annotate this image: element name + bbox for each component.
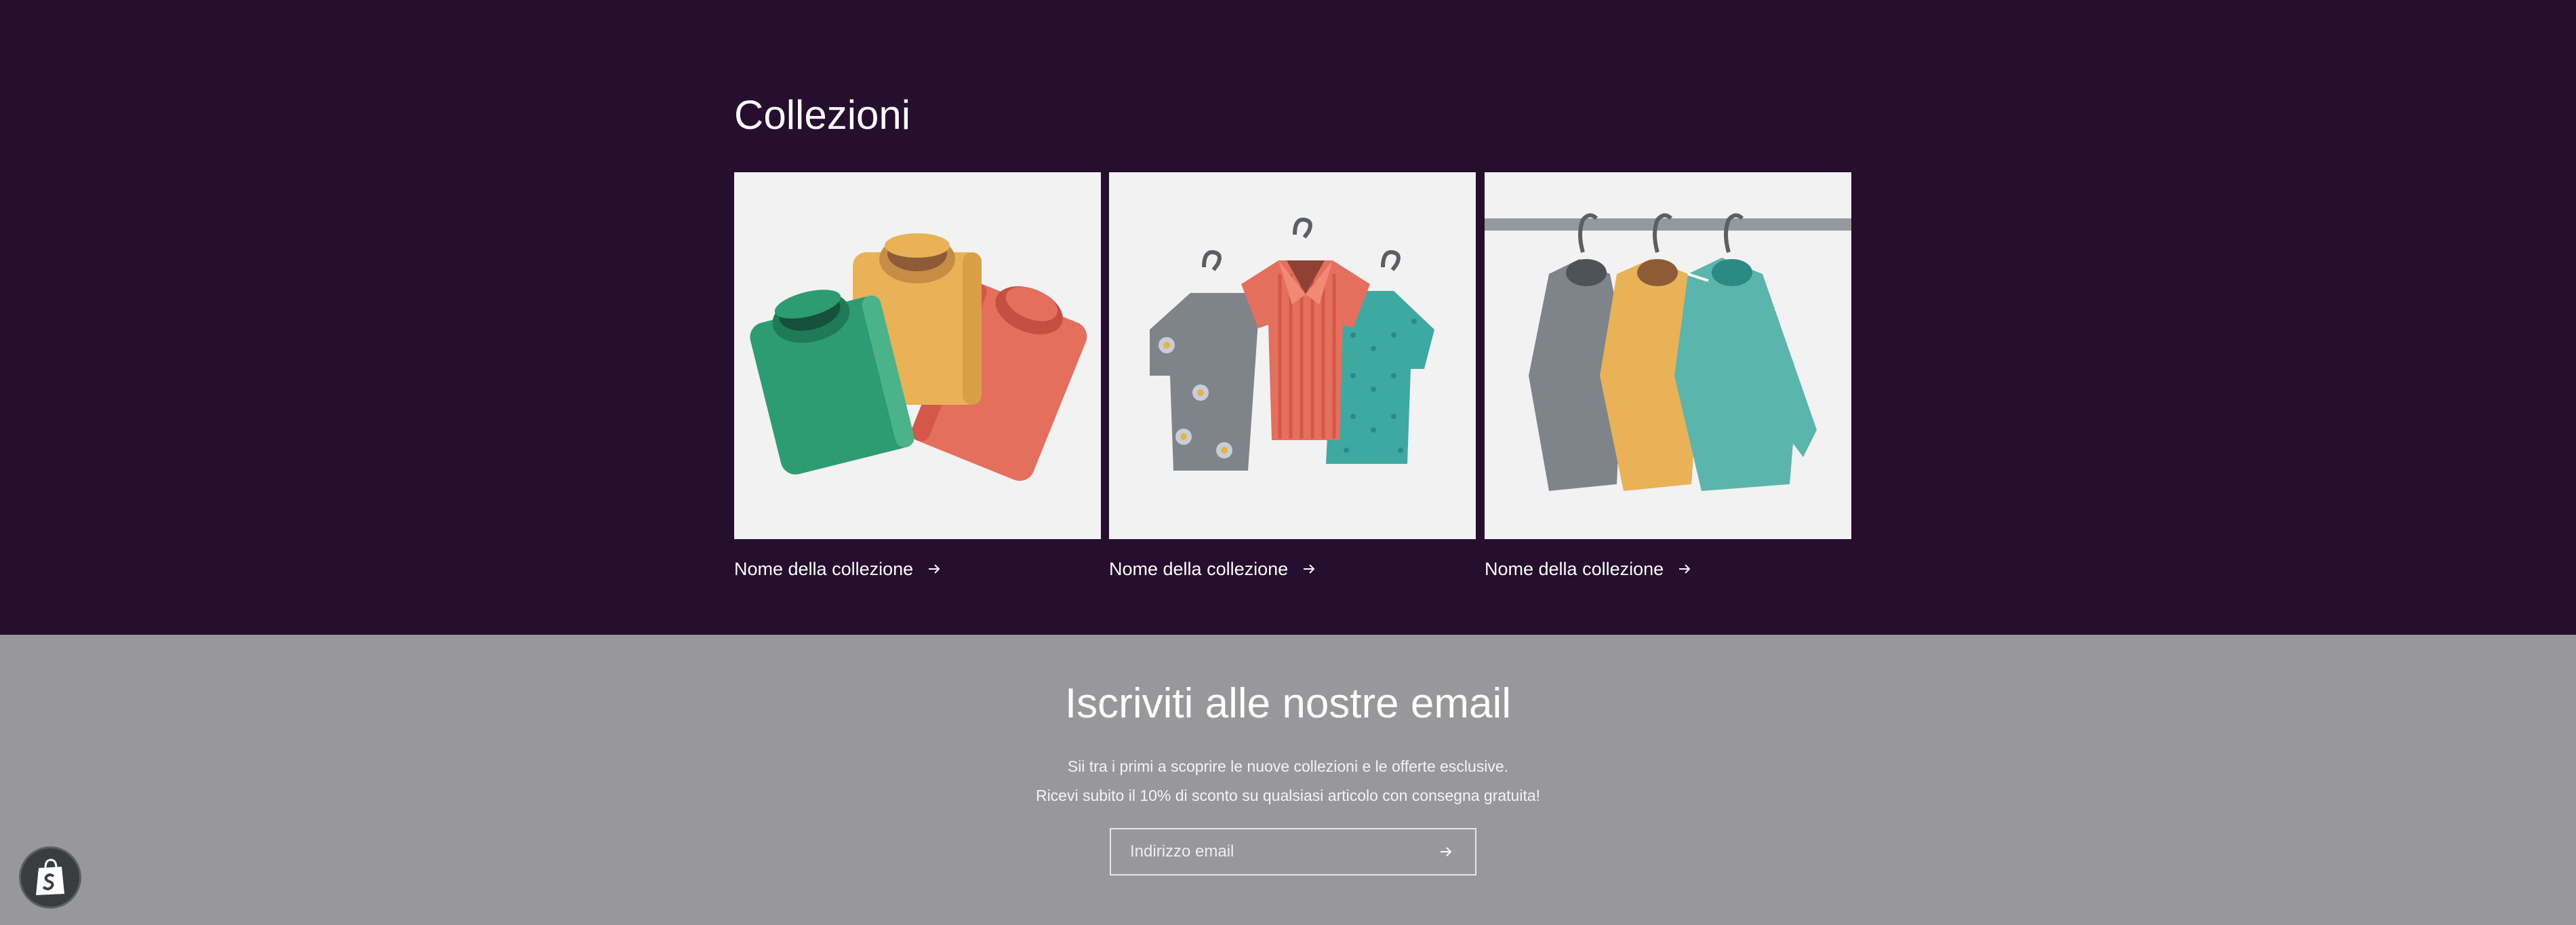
collection-card-1[interactable]: Nome della collezione	[734, 172, 1101, 583]
collection-name: Nome della collezione	[734, 558, 914, 579]
shopify-badge-button[interactable]	[19, 846, 81, 909]
newsletter-line-2: Ricevi subito il 10% di sconto su qualsi…	[1035, 787, 1541, 804]
collections-section: Collezioni Nome della collezione Nome de…	[0, 0, 2576, 635]
collection-link-3[interactable]: Nome della collezione	[1485, 555, 1851, 583]
arrow-right-icon	[1679, 564, 1691, 574]
arrow-right-icon	[929, 564, 940, 574]
hanging-shirts-icon	[1109, 172, 1476, 539]
collection-image-1[interactable]	[734, 172, 1101, 539]
newsletter-form	[1110, 828, 1476, 875]
clothes-rack-sweaters-icon	[1485, 172, 1851, 539]
folded-tshirts-icon	[734, 172, 1101, 539]
collection-name: Nome della collezione	[1485, 558, 1664, 579]
collection-link-2[interactable]: Nome della collezione	[1109, 555, 1476, 583]
arrow-right-icon	[1441, 847, 1452, 857]
collection-link-1[interactable]: Nome della collezione	[734, 555, 1101, 583]
newsletter-title: Iscriviti alle nostre email	[1064, 680, 1512, 727]
collection-image-2[interactable]	[1109, 172, 1476, 539]
arrow-right-icon	[1304, 564, 1315, 574]
collection-card-3[interactable]: Nome della collezione	[1485, 172, 1851, 583]
collection-name: Nome della collezione	[1109, 558, 1289, 579]
newsletter-section: Iscriviti alle nostre email Sii tra i pr…	[0, 635, 2576, 925]
email-input[interactable]	[1130, 842, 1436, 861]
collection-image-3[interactable]	[1485, 172, 1851, 539]
newsletter-description: Sii tra i primi a scoprire le nuove coll…	[0, 752, 2576, 810]
newsletter-line-1: Sii tra i primi a scoprire le nuove coll…	[1067, 757, 1509, 775]
subscribe-button[interactable]	[1436, 842, 1456, 862]
collections-title: Collezioni	[734, 92, 911, 138]
shopify-bag-icon	[36, 859, 64, 895]
collection-card-2[interactable]: Nome della collezione	[1109, 172, 1476, 583]
